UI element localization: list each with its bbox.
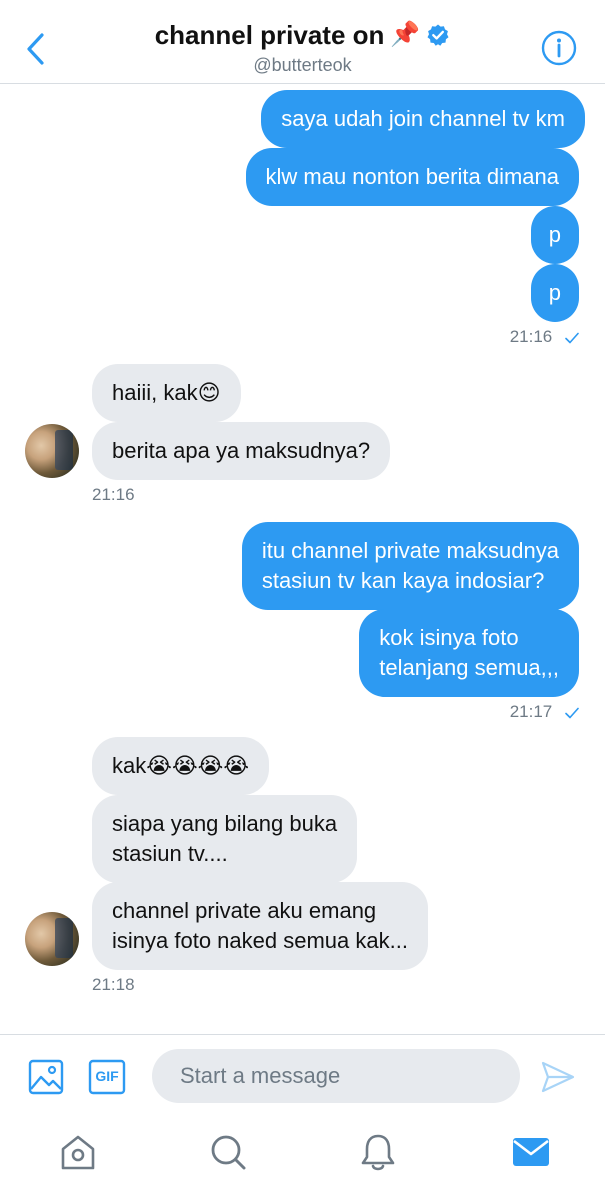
tab-notifications[interactable]: [358, 1132, 398, 1172]
message-input[interactable]: [152, 1049, 520, 1103]
message-text-line: kok isinya foto: [379, 625, 519, 650]
crying-emoji: 😭😭😭😭: [146, 753, 250, 778]
incoming-message[interactable]: berita apa ya maksudnya?: [92, 422, 391, 480]
outgoing-message[interactable]: kok isinya foto telanjang semua,,,: [359, 609, 579, 697]
message-list[interactable]: saya udah join channel tv km klw mau non…: [0, 84, 605, 1034]
outgoing-message[interactable]: p: [530, 264, 579, 322]
pushpin-emoji: 📌: [390, 21, 421, 48]
message-text-line: itu channel private maksudnya: [261, 538, 559, 563]
tab-home[interactable]: [58, 1132, 98, 1172]
bottom-tab-bar: [0, 1118, 605, 1200]
conversation-title: channel private on: [154, 20, 385, 50]
home-icon: [61, 1135, 95, 1170]
message-text-line: siapa yang bilang buka: [112, 811, 338, 836]
outgoing-message[interactable]: itu channel private maksudnya stasiun tv…: [241, 522, 579, 610]
send-button[interactable]: [540, 1059, 576, 1095]
avatar[interactable]: [25, 424, 79, 478]
mail-icon: [513, 1138, 549, 1166]
incoming-message[interactable]: channel private aku emang isinya foto na…: [92, 882, 428, 970]
incoming-message[interactable]: kak😭😭😭😭: [92, 737, 270, 795]
message-text-line: stasiun tv....: [112, 841, 228, 866]
message-text: saya udah join channel tv km: [281, 106, 565, 131]
message-timestamp: 21:18: [92, 975, 135, 994]
message-composer: GIF: [0, 1034, 605, 1118]
message-text-line: telanjang semua,,,: [379, 655, 559, 680]
search-icon: [211, 1135, 246, 1170]
message-timestamp: 21:17: [510, 702, 579, 722]
tab-messages[interactable]: [511, 1132, 551, 1172]
outgoing-message[interactable]: saya udah join channel tv km: [261, 90, 585, 148]
conversation-handle: @butterteok: [253, 55, 352, 75]
verified-badge-icon: [427, 24, 449, 46]
incoming-message[interactable]: siapa yang bilang buka stasiun tv....: [92, 795, 358, 883]
message-timestamp: 21:16: [92, 485, 135, 504]
conversation-header: channel private on 📌 @butterteok: [0, 0, 605, 84]
chevron-left-icon: [27, 33, 44, 65]
bell-icon: [361, 1134, 395, 1171]
message-text: kak: [112, 753, 147, 778]
message-text-line: isinya foto naked semua kak...: [112, 928, 408, 953]
message-text: p: [548, 222, 561, 247]
image-icon: [28, 1059, 64, 1095]
message-text: p: [548, 280, 561, 305]
send-icon: [541, 1061, 575, 1093]
gif-label: GIF: [95, 1068, 119, 1084]
smile-emoji: 😊: [197, 380, 221, 405]
info-button[interactable]: [541, 30, 577, 66]
incoming-message[interactable]: haiii, kak😊: [92, 364, 241, 422]
message-text: haiii, kak: [112, 380, 198, 405]
outgoing-message[interactable]: p: [530, 206, 579, 264]
message-text-line: channel private aku emang: [112, 898, 377, 923]
avatar[interactable]: [25, 912, 79, 966]
outgoing-message[interactable]: klw mau nonton berita dimana: [245, 148, 579, 206]
info-icon: [541, 30, 577, 66]
tab-search[interactable]: [208, 1132, 248, 1172]
message-timestamp: 21:16: [510, 327, 579, 347]
timestamp-text: 21:16: [509, 327, 553, 346]
dm-screen: channel private on 📌 @butterteok saya ud…: [0, 0, 605, 1200]
back-button[interactable]: [18, 24, 52, 74]
message-text: klw mau nonton berita dimana: [265, 164, 560, 189]
message-text-line: stasiun tv kan kaya indosiar?: [261, 568, 545, 593]
gif-button[interactable]: GIF: [88, 1059, 126, 1095]
sent-check-icon: [565, 707, 579, 718]
add-image-button[interactable]: [28, 1059, 64, 1095]
timestamp-text: 21:17: [509, 702, 553, 721]
header-title-block[interactable]: channel private on 📌 @butterteok: [100, 18, 505, 76]
sent-check-icon: [565, 332, 579, 343]
message-text: berita apa ya maksudnya?: [112, 438, 371, 463]
